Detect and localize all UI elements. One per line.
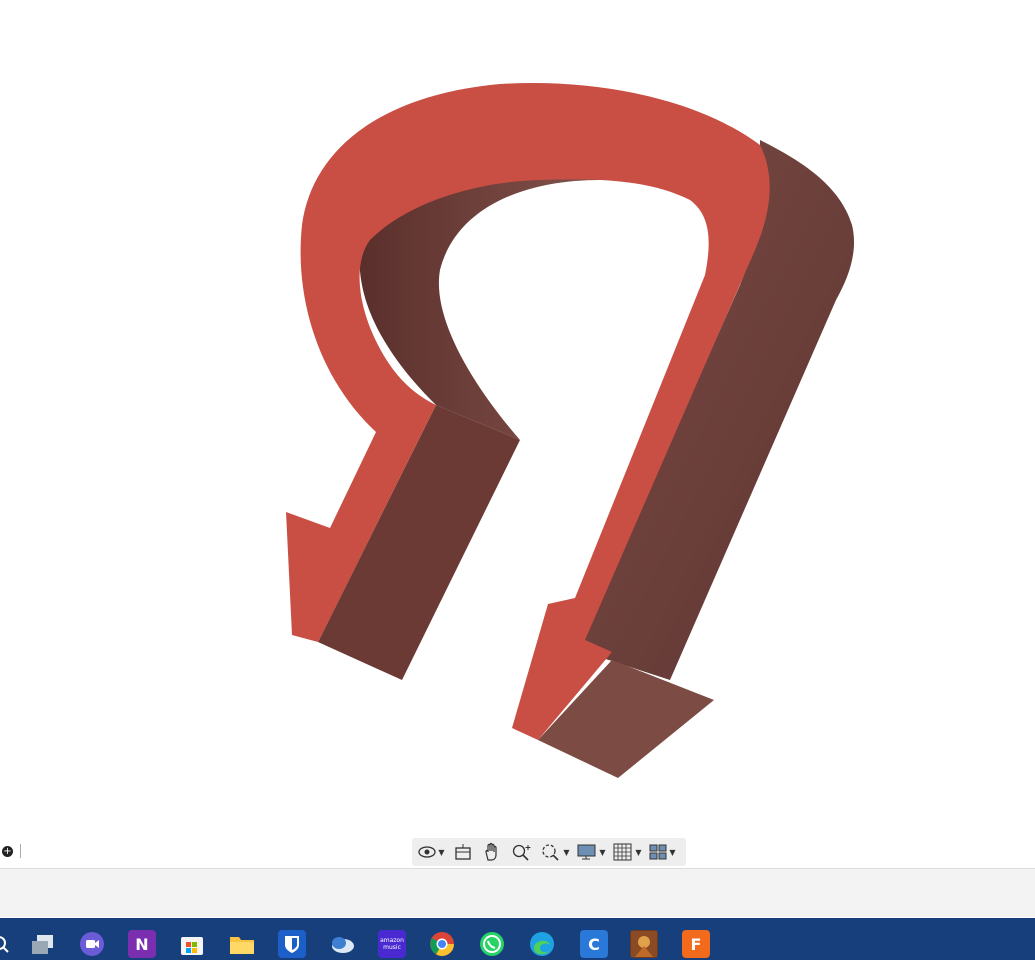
pan-tool[interactable]: [478, 840, 506, 864]
look-at-icon: [455, 844, 471, 860]
model-render: [286, 83, 855, 778]
grid-icon: [613, 843, 632, 861]
zoom-tool[interactable]: [508, 840, 536, 864]
ccleaner-glyph: C: [588, 934, 600, 954]
onenote-glyph: N: [135, 934, 149, 954]
edge-icon[interactable]: [528, 930, 556, 958]
teams-video-icon[interactable]: [78, 930, 106, 958]
amazon-music-glyph: amazon music: [380, 937, 404, 951]
amazon-music-icon[interactable]: amazon music: [378, 930, 406, 958]
add-icon[interactable]: +: [2, 845, 13, 857]
whatsapp-icon[interactable]: [478, 930, 506, 958]
file-explorer-icon[interactable]: [228, 930, 256, 958]
chrome-icon[interactable]: [428, 930, 456, 958]
navigation-toolbar: ▼ ▼ ▼ ▼ ▼: [412, 838, 686, 866]
taskbar: N amazon music C F: [0, 918, 1035, 960]
orbit-tool[interactable]: ▼: [414, 840, 448, 864]
cloud-app-icon[interactable]: [328, 930, 356, 958]
bitwarden-icon[interactable]: [278, 930, 306, 958]
display-settings-tool[interactable]: ▼: [574, 840, 608, 864]
3d-viewport[interactable]: [0, 0, 1035, 832]
browser-panel-toggle[interactable]: +: [0, 840, 26, 862]
zoom-icon: [512, 844, 531, 861]
onenote-icon[interactable]: N: [128, 930, 156, 958]
monitor-icon: [577, 844, 596, 860]
task-view-icon[interactable]: [28, 930, 56, 958]
viewports-tool[interactable]: ▼: [646, 840, 678, 864]
fusion-360-glyph: F: [690, 934, 702, 954]
fit-tool[interactable]: ▼: [538, 840, 572, 864]
microsoft-store-icon[interactable]: [178, 930, 206, 958]
pan-hand-icon: [485, 842, 497, 861]
viewports-icon: [649, 844, 667, 860]
look-at-tool[interactable]: [450, 840, 476, 864]
fusion-360-icon[interactable]: F: [682, 930, 710, 958]
fit-icon: [542, 844, 559, 861]
grid-tool[interactable]: ▼: [610, 840, 644, 864]
ccleaner-icon[interactable]: C: [580, 930, 608, 958]
divider: [20, 844, 21, 858]
orbit-icon: [418, 846, 437, 858]
status-bar: [0, 868, 1035, 917]
game-icon[interactable]: [630, 930, 658, 958]
search-icon[interactable]: [0, 930, 14, 958]
